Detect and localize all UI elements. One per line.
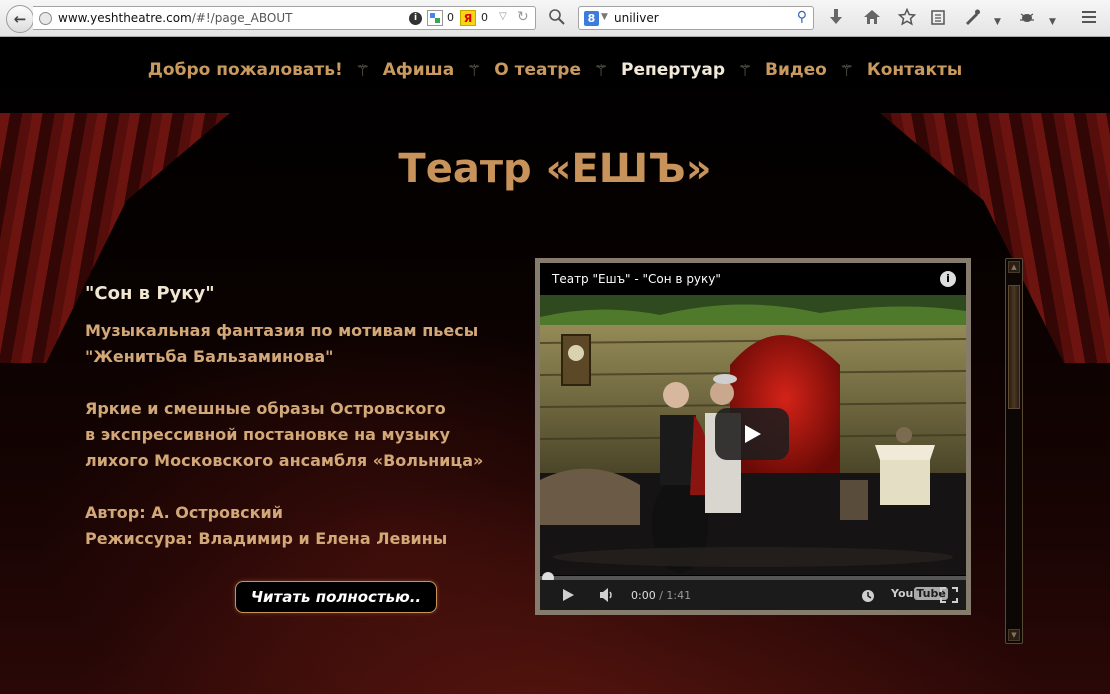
nav-separator-icon: ⚚ — [839, 60, 854, 80]
search-input[interactable]: uniliver — [614, 11, 659, 25]
url-bar[interactable]: www.yeshtheatre.com/#!/page_ABOUT i 0 Я … — [33, 6, 536, 30]
google-extension-count: 0 — [447, 11, 454, 24]
back-arrow-icon[interactable]: ← — [6, 5, 34, 33]
scroll-thumb[interactable] — [1008, 285, 1020, 409]
show-summary: Яркие и смешные образы Островского в экс… — [85, 399, 484, 470]
video-duration: 1:41 — [666, 589, 692, 602]
video-player[interactable]: Театр "Ешъ" - "Сон в руку" i 0:00 / 1:41 — [540, 263, 966, 610]
pen-tool-icon[interactable] — [963, 8, 981, 31]
scroll-up-arrow-icon[interactable]: ▲ — [1008, 261, 1020, 273]
nav-item-about[interactable]: О театре — [494, 60, 581, 80]
fullscreen-icon[interactable] — [940, 587, 958, 607]
reload-icon[interactable]: ↻ — [517, 9, 529, 25]
hamburger-menu-icon[interactable] — [1080, 8, 1098, 31]
bookmark-star-icon[interactable] — [897, 7, 917, 31]
play-overlay-button[interactable] — [715, 408, 789, 460]
nav-separator-icon: ⚚ — [737, 60, 753, 80]
nav-separator-icon: ⚚ — [355, 60, 370, 80]
nav-item-afisha[interactable]: Афиша — [383, 60, 454, 80]
yandex-extension-count: 0 — [481, 11, 488, 24]
volume-icon[interactable] — [598, 587, 616, 607]
google-extension-icon[interactable] — [427, 10, 443, 26]
nav-separator-icon: ⚚ — [467, 60, 482, 80]
watch-later-icon[interactable] — [861, 588, 875, 607]
nav-item-contacts[interactable]: Контакты — [867, 60, 962, 80]
extension-dropdown-icon[interactable]: ▼ — [1049, 12, 1056, 32]
url-dropdown-icon[interactable]: ▽ — [499, 11, 507, 22]
content-scrollbar[interactable]: ▲ ▼ — [1005, 258, 1023, 644]
search-engine-dropdown-icon[interactable]: ▼ — [601, 12, 608, 22]
bookmarks-menu-icon[interactable] — [930, 8, 946, 31]
video-controls: 0:00 / 1:41 You Tube — [540, 580, 966, 610]
show-subtitle: Музыкальная фантазия по мотивам пьесы "Ж… — [85, 321, 479, 366]
play-icon — [745, 425, 761, 443]
nav-item-welcome[interactable]: Добро пожаловать! — [148, 60, 343, 80]
video-info-icon[interactable]: i — [940, 271, 956, 287]
download-icon[interactable] — [828, 8, 844, 31]
show-director: Режиссура: Владимир и Елена Левины — [85, 529, 448, 548]
page-info-icon[interactable]: i — [409, 12, 422, 25]
home-icon[interactable] — [863, 8, 881, 31]
main-nav: Добро пожаловать! ⚚ Афиша ⚚ О театре ⚚ Р… — [0, 58, 1110, 82]
show-author: Автор: А. Островский — [85, 503, 283, 522]
show-credits: Автор: А. Островский Режиссура: Владимир… — [85, 500, 505, 552]
show-description: "Сон в Руку" Музыкальная фантазия по мот… — [85, 283, 505, 578]
video-title[interactable]: Театр "Ешъ" - "Сон в руку" — [552, 272, 721, 286]
read-more-button[interactable]: Читать полностью.. — [235, 581, 437, 613]
page-title: Театр «ЕШЪ» — [398, 146, 712, 192]
video-time: 0:00 / 1:41 — [631, 589, 692, 602]
video-frame: Театр "Ешъ" - "Сон в руку" i 0:00 / 1:41 — [535, 258, 971, 615]
nav-separator-icon: ⚚ — [593, 60, 609, 80]
page: Добро пожаловать! ⚚ Афиша ⚚ О театре ⚚ Р… — [0, 38, 1110, 694]
search-engine-icon[interactable]: 8 — [584, 11, 599, 26]
extension-bug-icon[interactable] — [1018, 8, 1036, 31]
yandex-extension-icon[interactable]: Я — [460, 10, 476, 26]
addon-icon[interactable] — [548, 8, 566, 31]
scroll-down-arrow-icon[interactable]: ▼ — [1008, 629, 1020, 641]
play-icon[interactable] — [560, 587, 576, 607]
video-current-time: 0:00 — [631, 589, 656, 602]
show-title: "Сон в Руку" — [85, 283, 215, 304]
nav-item-video[interactable]: Видео — [765, 60, 827, 80]
nav-item-repertoire[interactable]: Репертуар — [621, 60, 725, 80]
browser-toolbar: ← www.yeshtheatre.com/#!/page_ABOUT i 0 … — [0, 0, 1110, 37]
pen-tool-dropdown-icon[interactable]: ▼ — [994, 12, 1001, 32]
search-magnifier-icon[interactable]: ⚲ — [797, 9, 807, 25]
search-bar[interactable]: 8 ▼ uniliver ⚲ — [578, 6, 814, 30]
globe-icon — [39, 12, 52, 25]
url-text[interactable]: www.yeshtheatre.com/#!/page_ABOUT — [58, 11, 292, 25]
